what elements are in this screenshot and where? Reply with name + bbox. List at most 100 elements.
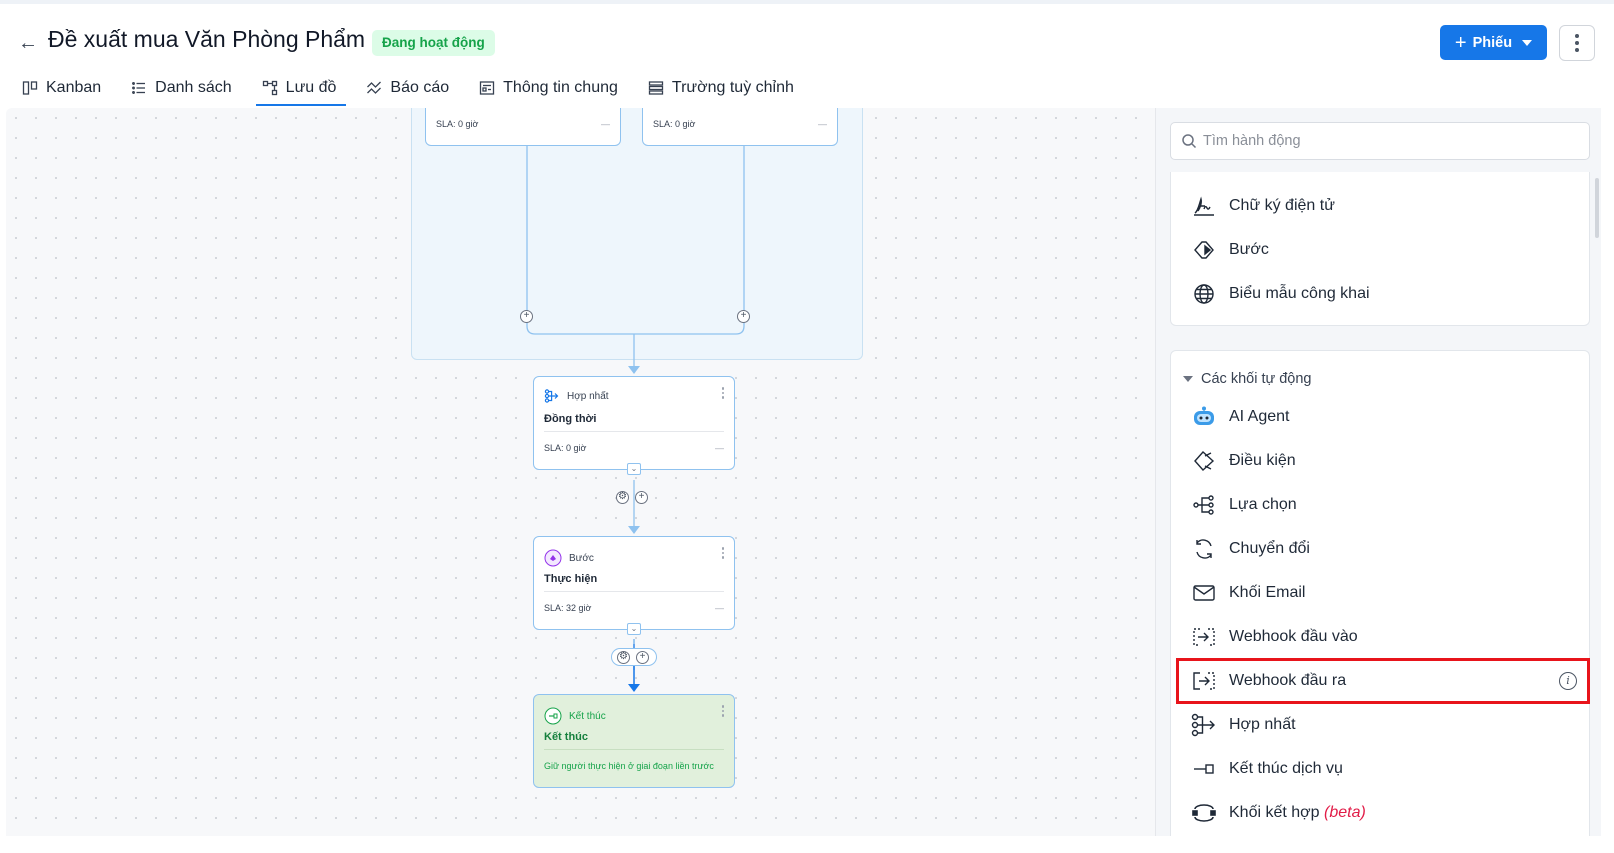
condition-icon xyxy=(1191,448,1217,474)
info-icon[interactable]: i xyxy=(1559,672,1577,690)
action-item-merge[interactable]: Hợp nhất xyxy=(1191,705,1581,745)
tab-label: Danh sách xyxy=(155,79,232,96)
choice-icon xyxy=(1191,492,1217,518)
action-item-webhook-in[interactable]: Webhook đầu vào xyxy=(1191,617,1581,657)
list-icon xyxy=(132,82,146,94)
flowchart-icon xyxy=(262,80,277,96)
merge-icon xyxy=(544,389,559,403)
tab-custom-fields[interactable]: Trường tuỳ chỉnh xyxy=(648,72,804,104)
plus-icon: + xyxy=(1454,31,1467,54)
action-label: Khối kết hợp (beta) xyxy=(1229,804,1366,822)
action-item-email[interactable]: Khối Email xyxy=(1191,573,1581,613)
page-title: Đề xuất mua Văn Phòng Phẩm xyxy=(48,26,366,52)
caret-down-icon xyxy=(1522,39,1533,46)
action-item-signature[interactable]: Chữ ký điện tử xyxy=(1191,186,1581,226)
webhook-in-icon xyxy=(1191,624,1217,650)
node-type: Kết thúc xyxy=(569,710,606,722)
action-item-step[interactable]: Bước xyxy=(1191,230,1581,270)
tab-label: Thông tin chung xyxy=(503,79,618,96)
action-item-public-form[interactable]: Biểu mẫu công khai xyxy=(1191,274,1581,314)
node-type: Bước xyxy=(569,552,594,564)
step-icon xyxy=(544,549,562,567)
step-node[interactable]: Bước Thực hiện SLA: 32 giờ — xyxy=(533,536,735,630)
action-label: Lựa chọn xyxy=(1229,496,1297,513)
action-item-convert[interactable]: Chuyển đổi xyxy=(1191,529,1581,569)
add-step-icon[interactable]: + xyxy=(737,310,750,323)
action-label: AI Agent xyxy=(1229,408,1290,425)
triangle-down-icon xyxy=(1183,376,1193,382)
view-tabs: Kanban Danh sách Lưu đồ Báo cáo Thông ti… xyxy=(22,72,824,106)
section-toggle[interactable]: Các khối tự động xyxy=(1183,371,1311,387)
tab-general-info[interactable]: Thông tin chung xyxy=(479,72,628,104)
section-title: Các khối tự động xyxy=(1201,371,1312,387)
node-menu-icon[interactable] xyxy=(721,547,724,559)
info-panel-icon xyxy=(479,81,495,95)
node-title: Thực hiện xyxy=(544,573,598,585)
add-ticket-button[interactable]: + Phiếu xyxy=(1440,25,1547,60)
action-item-end-service[interactable]: Kết thúc dịch vụ xyxy=(1191,749,1581,789)
tab-list[interactable]: Danh sách xyxy=(131,72,242,104)
action-item-ai-agent[interactable]: AI Agent xyxy=(1191,397,1581,437)
action-label: Kết thúc dịch vụ xyxy=(1229,760,1343,777)
divider xyxy=(544,431,724,432)
action-item-choice[interactable]: Lựa chọn xyxy=(1191,485,1581,525)
action-item-condition[interactable]: Điều kiện xyxy=(1191,441,1581,481)
merge-node[interactable]: Hợp nhất Đồng thời SLA: 0 giờ — xyxy=(533,376,735,470)
action-item-combine[interactable]: Khối kết hợp (beta) xyxy=(1191,793,1581,833)
auto-blocks-card: Các khối tự động AI Agent Điều kiện Lựa … xyxy=(1170,350,1590,836)
kanban-icon xyxy=(22,81,38,95)
node-menu-icon[interactable] xyxy=(721,705,724,717)
action-item-webhook-out[interactable]: Webhook đầu ra i xyxy=(1176,658,1590,704)
search-icon xyxy=(1182,134,1197,149)
divider xyxy=(544,749,724,750)
merge-icon xyxy=(1191,712,1217,738)
combine-label: Khối kết hợp xyxy=(1229,804,1320,821)
webhook-out-icon xyxy=(1191,668,1217,694)
add-step-icon[interactable]: + xyxy=(520,310,533,323)
more-options-button[interactable] xyxy=(1559,25,1595,61)
combine-icon xyxy=(1191,800,1217,826)
action-panel: Chữ ký điện tử Bước Biểu mẫu công khai C… xyxy=(1155,108,1601,836)
tab-label: Lưu đồ xyxy=(285,79,337,96)
basic-blocks-card: Chữ ký điện tử Bước Biểu mẫu công khai xyxy=(1170,172,1590,326)
sla-dash: — xyxy=(715,603,724,613)
back-arrow-icon[interactable]: ← xyxy=(18,32,40,54)
globe-icon xyxy=(1191,281,1217,307)
search-input[interactable] xyxy=(1203,133,1583,149)
convert-icon xyxy=(1191,536,1217,562)
email-icon xyxy=(1191,580,1217,606)
settings-icon[interactable]: ⚙ xyxy=(616,491,629,504)
node-menu-icon[interactable] xyxy=(721,387,724,399)
tab-kanban[interactable]: Kanban xyxy=(22,72,111,104)
action-label: Webhook đầu vào xyxy=(1229,628,1358,645)
action-label: Chữ ký điện tử xyxy=(1229,197,1335,214)
page-header: ← Đề xuất mua Văn Phòng Phẩm Đang hoạt đ… xyxy=(0,4,1614,108)
settings-icon[interactable]: ⚙ xyxy=(617,651,630,664)
end-node[interactable]: Kết thúc Kết thúc Giữ người thực hiện ở … xyxy=(533,694,735,788)
action-label: Điều kiện xyxy=(1229,452,1296,469)
sla-dash: — xyxy=(715,443,724,453)
node-title: Kết thúc xyxy=(544,731,588,743)
end-service-icon xyxy=(1191,756,1217,782)
action-label: Biểu mẫu công khai xyxy=(1229,285,1370,302)
add-ticket-label: Phiếu xyxy=(1472,34,1513,51)
panel-scrollbar[interactable] xyxy=(1595,178,1599,238)
action-label: Khối Email xyxy=(1229,584,1306,601)
node-title: Đồng thời xyxy=(544,413,597,425)
add-step-icon[interactable]: + xyxy=(636,651,649,664)
signature-icon xyxy=(1191,193,1217,219)
add-step-icon[interactable]: + xyxy=(635,491,648,504)
search-box[interactable] xyxy=(1170,122,1590,160)
tab-report[interactable]: Báo cáo xyxy=(366,72,459,104)
end-icon xyxy=(544,707,562,725)
collapse-icon[interactable]: ⌄ xyxy=(627,463,641,475)
tab-flowchart[interactable]: Lưu đồ xyxy=(255,72,347,106)
report-icon xyxy=(367,81,382,94)
collapse-icon[interactable]: ⌄ xyxy=(627,623,641,635)
ai-agent-icon xyxy=(1191,404,1217,430)
flow-canvas[interactable]: SLA: 0 giờ — SLA: 0 giờ — + + Hợp nhất Đ… xyxy=(6,108,1156,836)
tab-label: Báo cáo xyxy=(390,79,450,96)
status-badge: Đang hoạt động xyxy=(372,30,495,56)
divider xyxy=(544,591,724,592)
action-label: Chuyển đổi xyxy=(1229,540,1310,557)
